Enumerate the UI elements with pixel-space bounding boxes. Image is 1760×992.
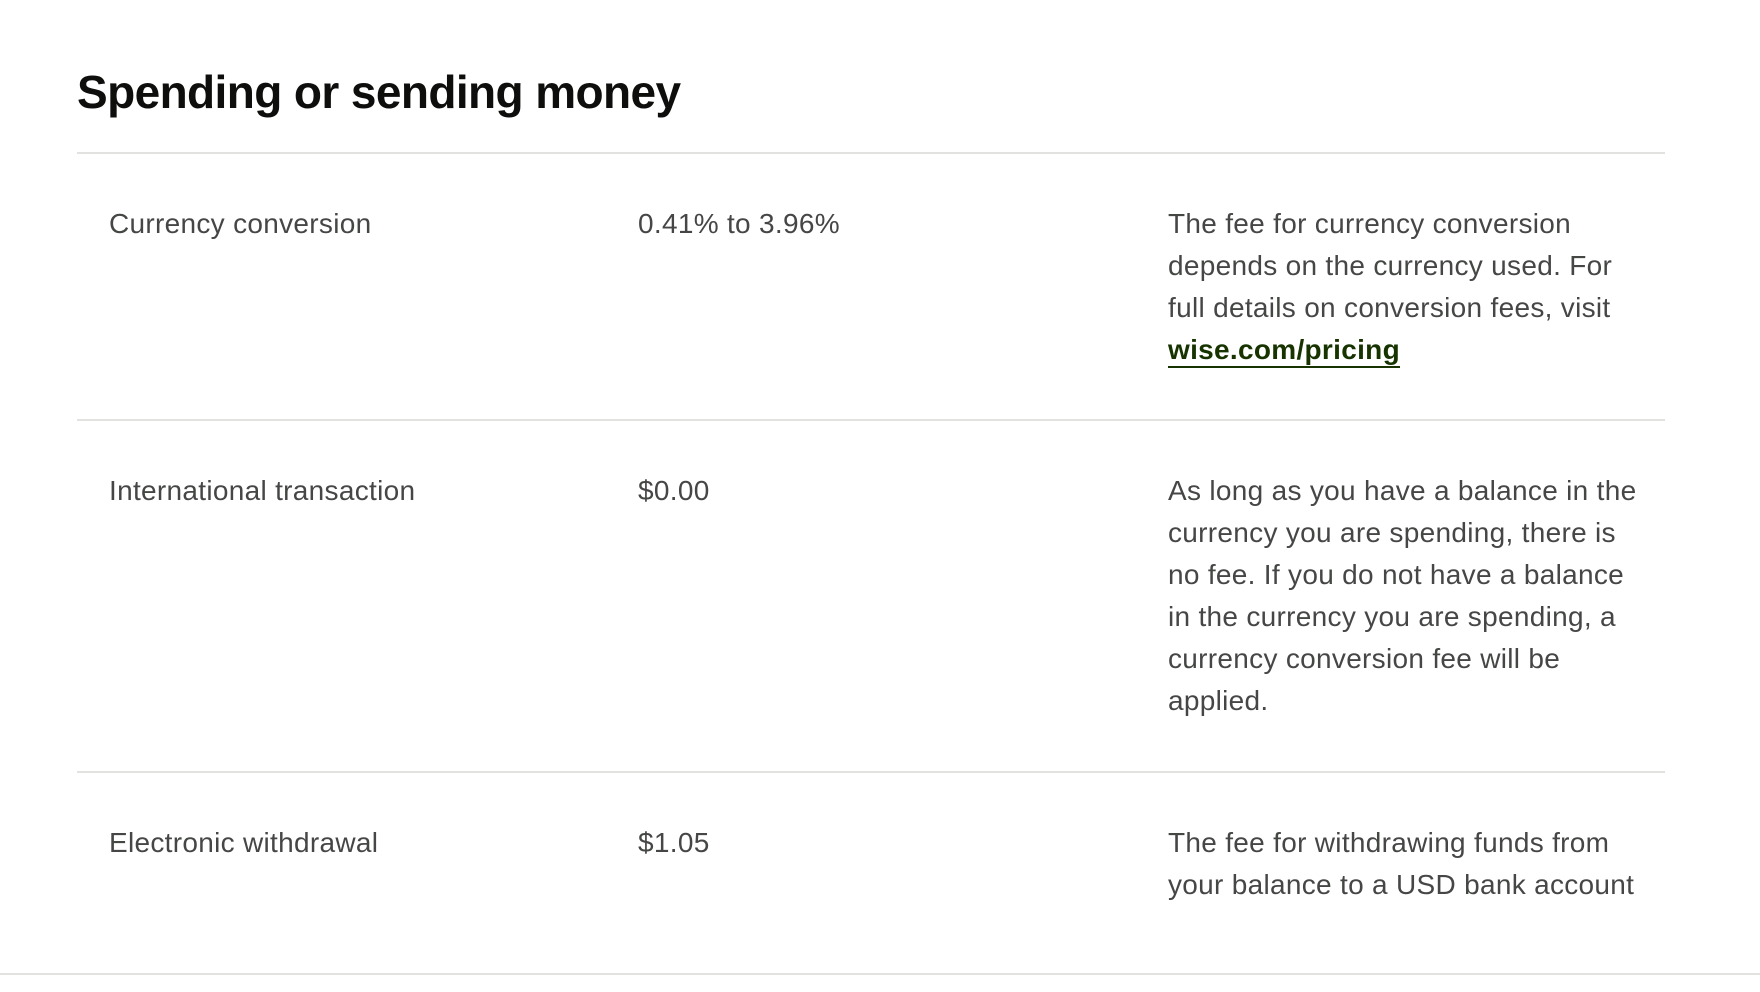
fee-description-text: The fee for currency conversion depends … <box>1168 208 1613 323</box>
fee-description: As long as you have a balance in the cur… <box>1168 475 1637 716</box>
fee-description: The fee for currency conversion depends … <box>1168 203 1638 371</box>
bottom-divider <box>0 973 1760 975</box>
fee-amount: 0.41% to 3.96% <box>638 208 840 239</box>
fee-name: International transaction <box>109 475 416 506</box>
section-title: Spending or sending money <box>77 66 681 118</box>
divider <box>77 771 1665 773</box>
divider <box>77 152 1665 154</box>
pricing-link[interactable]: wise.com/pricing <box>1168 334 1400 368</box>
fee-amount: $1.05 <box>638 827 710 858</box>
fee-amount: $0.00 <box>638 475 710 506</box>
fee-name: Electronic withdrawal <box>109 827 379 858</box>
fee-name: Currency conversion <box>109 208 372 239</box>
divider <box>77 419 1665 421</box>
fee-description: The fee for withdrawing funds from your … <box>1168 827 1635 900</box>
